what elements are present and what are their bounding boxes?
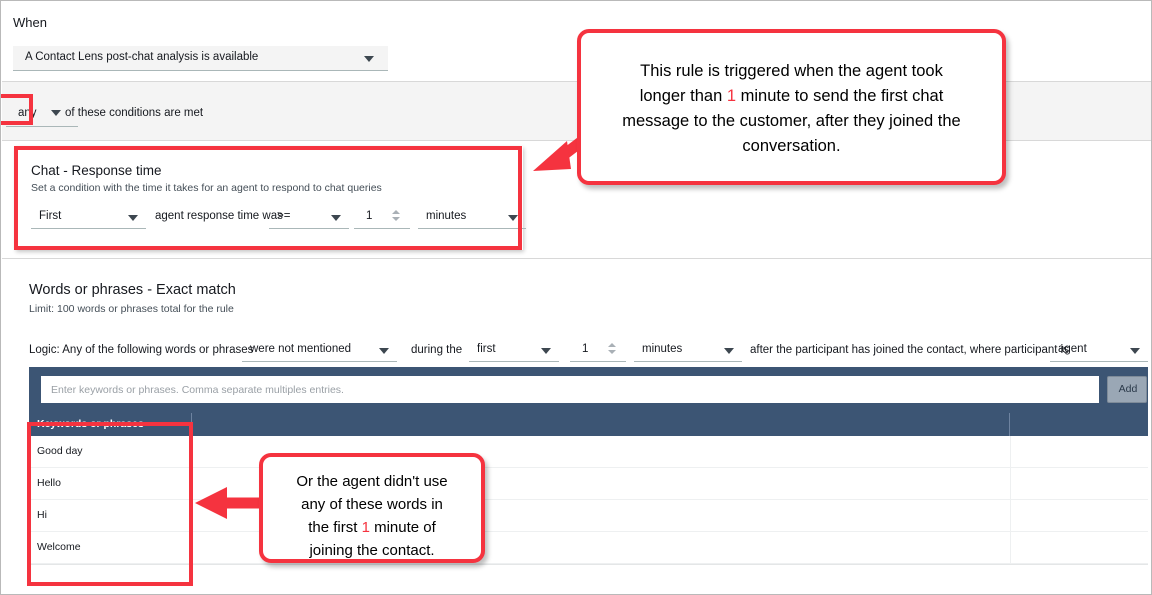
keyword-cell: Hi	[37, 509, 47, 521]
operator-select[interactable]: >=	[269, 206, 349, 229]
unit-select-value: minutes	[426, 210, 467, 222]
table-footer	[29, 564, 1148, 584]
keyword-cell: Hello	[37, 477, 61, 489]
chevron-down-icon	[1130, 348, 1140, 354]
participant-select-value: agent	[1058, 343, 1087, 355]
amount-stepper[interactable]: 1	[354, 206, 410, 229]
unit-select[interactable]: minutes	[418, 206, 526, 229]
occurrence-select-value: First	[39, 210, 62, 222]
table-row[interactable]: Welcome	[29, 532, 1148, 564]
add-keyword-label: Add	[1118, 383, 1138, 395]
occurrence-select[interactable]: First	[31, 206, 146, 229]
callout-line: any of these words in	[301, 496, 443, 513]
callout-line: conversation.	[742, 137, 841, 155]
words-unit-select[interactable]: minutes	[634, 339, 742, 362]
highlight-box-match-type	[1, 94, 33, 125]
cell-divider	[1010, 500, 1011, 531]
mention-select[interactable]: were not mentioned	[242, 339, 397, 362]
cell-divider	[1010, 532, 1011, 563]
chevron-down-icon	[331, 215, 341, 221]
callout-keywords-note: Or the agent didn't use any of these wor…	[259, 453, 485, 563]
during-label: during the	[411, 344, 463, 356]
card-title: Chat - Response time	[31, 163, 162, 178]
words-amount-value: 1	[582, 343, 589, 355]
keyword-cell: Good day	[37, 445, 83, 457]
rule-builder-page: When A Contact Lens post-chat analysis i…	[0, 0, 1152, 595]
chevron-down-icon	[128, 215, 138, 221]
trigger-select-value: A Contact Lens post-chat analysis is ava…	[25, 51, 259, 63]
column-header-2[interactable]	[192, 413, 1010, 436]
amount-stepper-value: 1	[366, 210, 373, 222]
words-amount-stepper[interactable]: 1	[570, 339, 626, 362]
logic-prefix-label: Logic: Any of the following words or phr…	[29, 344, 254, 356]
table-row[interactable]: Good day	[29, 436, 1148, 468]
logic-row: Logic: Any of the following words or phr…	[2, 331, 1151, 362]
mention-select-value: were not mentioned	[250, 343, 352, 355]
words-section-subtitle: Limit: 100 words or phrases total for th…	[29, 303, 234, 315]
participant-select[interactable]: agent	[1050, 339, 1148, 362]
add-keyword-button[interactable]: Add	[1107, 376, 1147, 403]
trigger-select[interactable]: A Contact Lens post-chat analysis is ava…	[13, 46, 388, 71]
keyword-input-placeholder: Enter keywords or phrases. Comma separat…	[51, 384, 344, 396]
callout-line: longer than 1 minute to send the first c…	[639, 87, 944, 105]
callout-line: This rule is triggered when the agent to…	[640, 62, 943, 80]
chevron-down-icon	[541, 348, 551, 354]
cell-divider	[1010, 468, 1011, 499]
callout-line: message to the customer, after they join…	[622, 112, 961, 130]
chevron-down-icon	[364, 56, 374, 62]
chevron-down-icon	[724, 348, 734, 354]
words-section-title: Words or phrases - Exact match	[29, 282, 236, 298]
after-participant-label: after the participant has joined the con…	[750, 344, 1069, 356]
keyword-input[interactable]: Enter keywords or phrases. Comma separat…	[41, 376, 1099, 403]
stepper-arrows-icon[interactable]	[391, 210, 400, 224]
operator-select-value: >=	[277, 210, 291, 222]
words-unit-value: minutes	[642, 343, 683, 355]
keyword-cell: Welcome	[37, 541, 81, 553]
table-header-row: Keywords or phrases	[29, 413, 1148, 436]
keyword-entry-band: Enter keywords or phrases. Comma separat…	[29, 367, 1148, 413]
callout-line: Or the agent didn't use	[296, 473, 448, 490]
column-header-3[interactable]	[1010, 413, 1148, 436]
callout-line: joining the contact.	[309, 542, 435, 559]
chevron-down-icon	[508, 215, 518, 221]
chevron-down-icon	[379, 348, 389, 354]
highlight-number: 1	[726, 87, 737, 105]
agent-response-label: agent response time was	[155, 210, 283, 222]
conditions-suffix-label: of these conditions are met	[65, 107, 204, 119]
words-or-phrases-section: Words or phrases - Exact match Limit: 10…	[2, 259, 1151, 594]
column-header-keywords[interactable]: Keywords or phrases	[29, 413, 192, 436]
callout-line: the first 1 minute of	[308, 519, 436, 536]
card-subtitle: Set a condition with the time it takes f…	[31, 182, 382, 194]
order-select[interactable]: first	[469, 339, 559, 362]
callout-rule-trigger: This rule is triggered when the agent to…	[577, 29, 1006, 185]
order-select-value: first	[477, 343, 496, 355]
highlight-number: 1	[361, 519, 370, 536]
stepper-arrows-icon[interactable]	[607, 343, 616, 357]
when-label: When	[13, 15, 47, 30]
cell-divider	[1010, 436, 1011, 467]
chat-response-time-card: Chat - Response time Set a condition wit…	[15, 146, 526, 250]
chevron-down-icon	[51, 110, 61, 116]
